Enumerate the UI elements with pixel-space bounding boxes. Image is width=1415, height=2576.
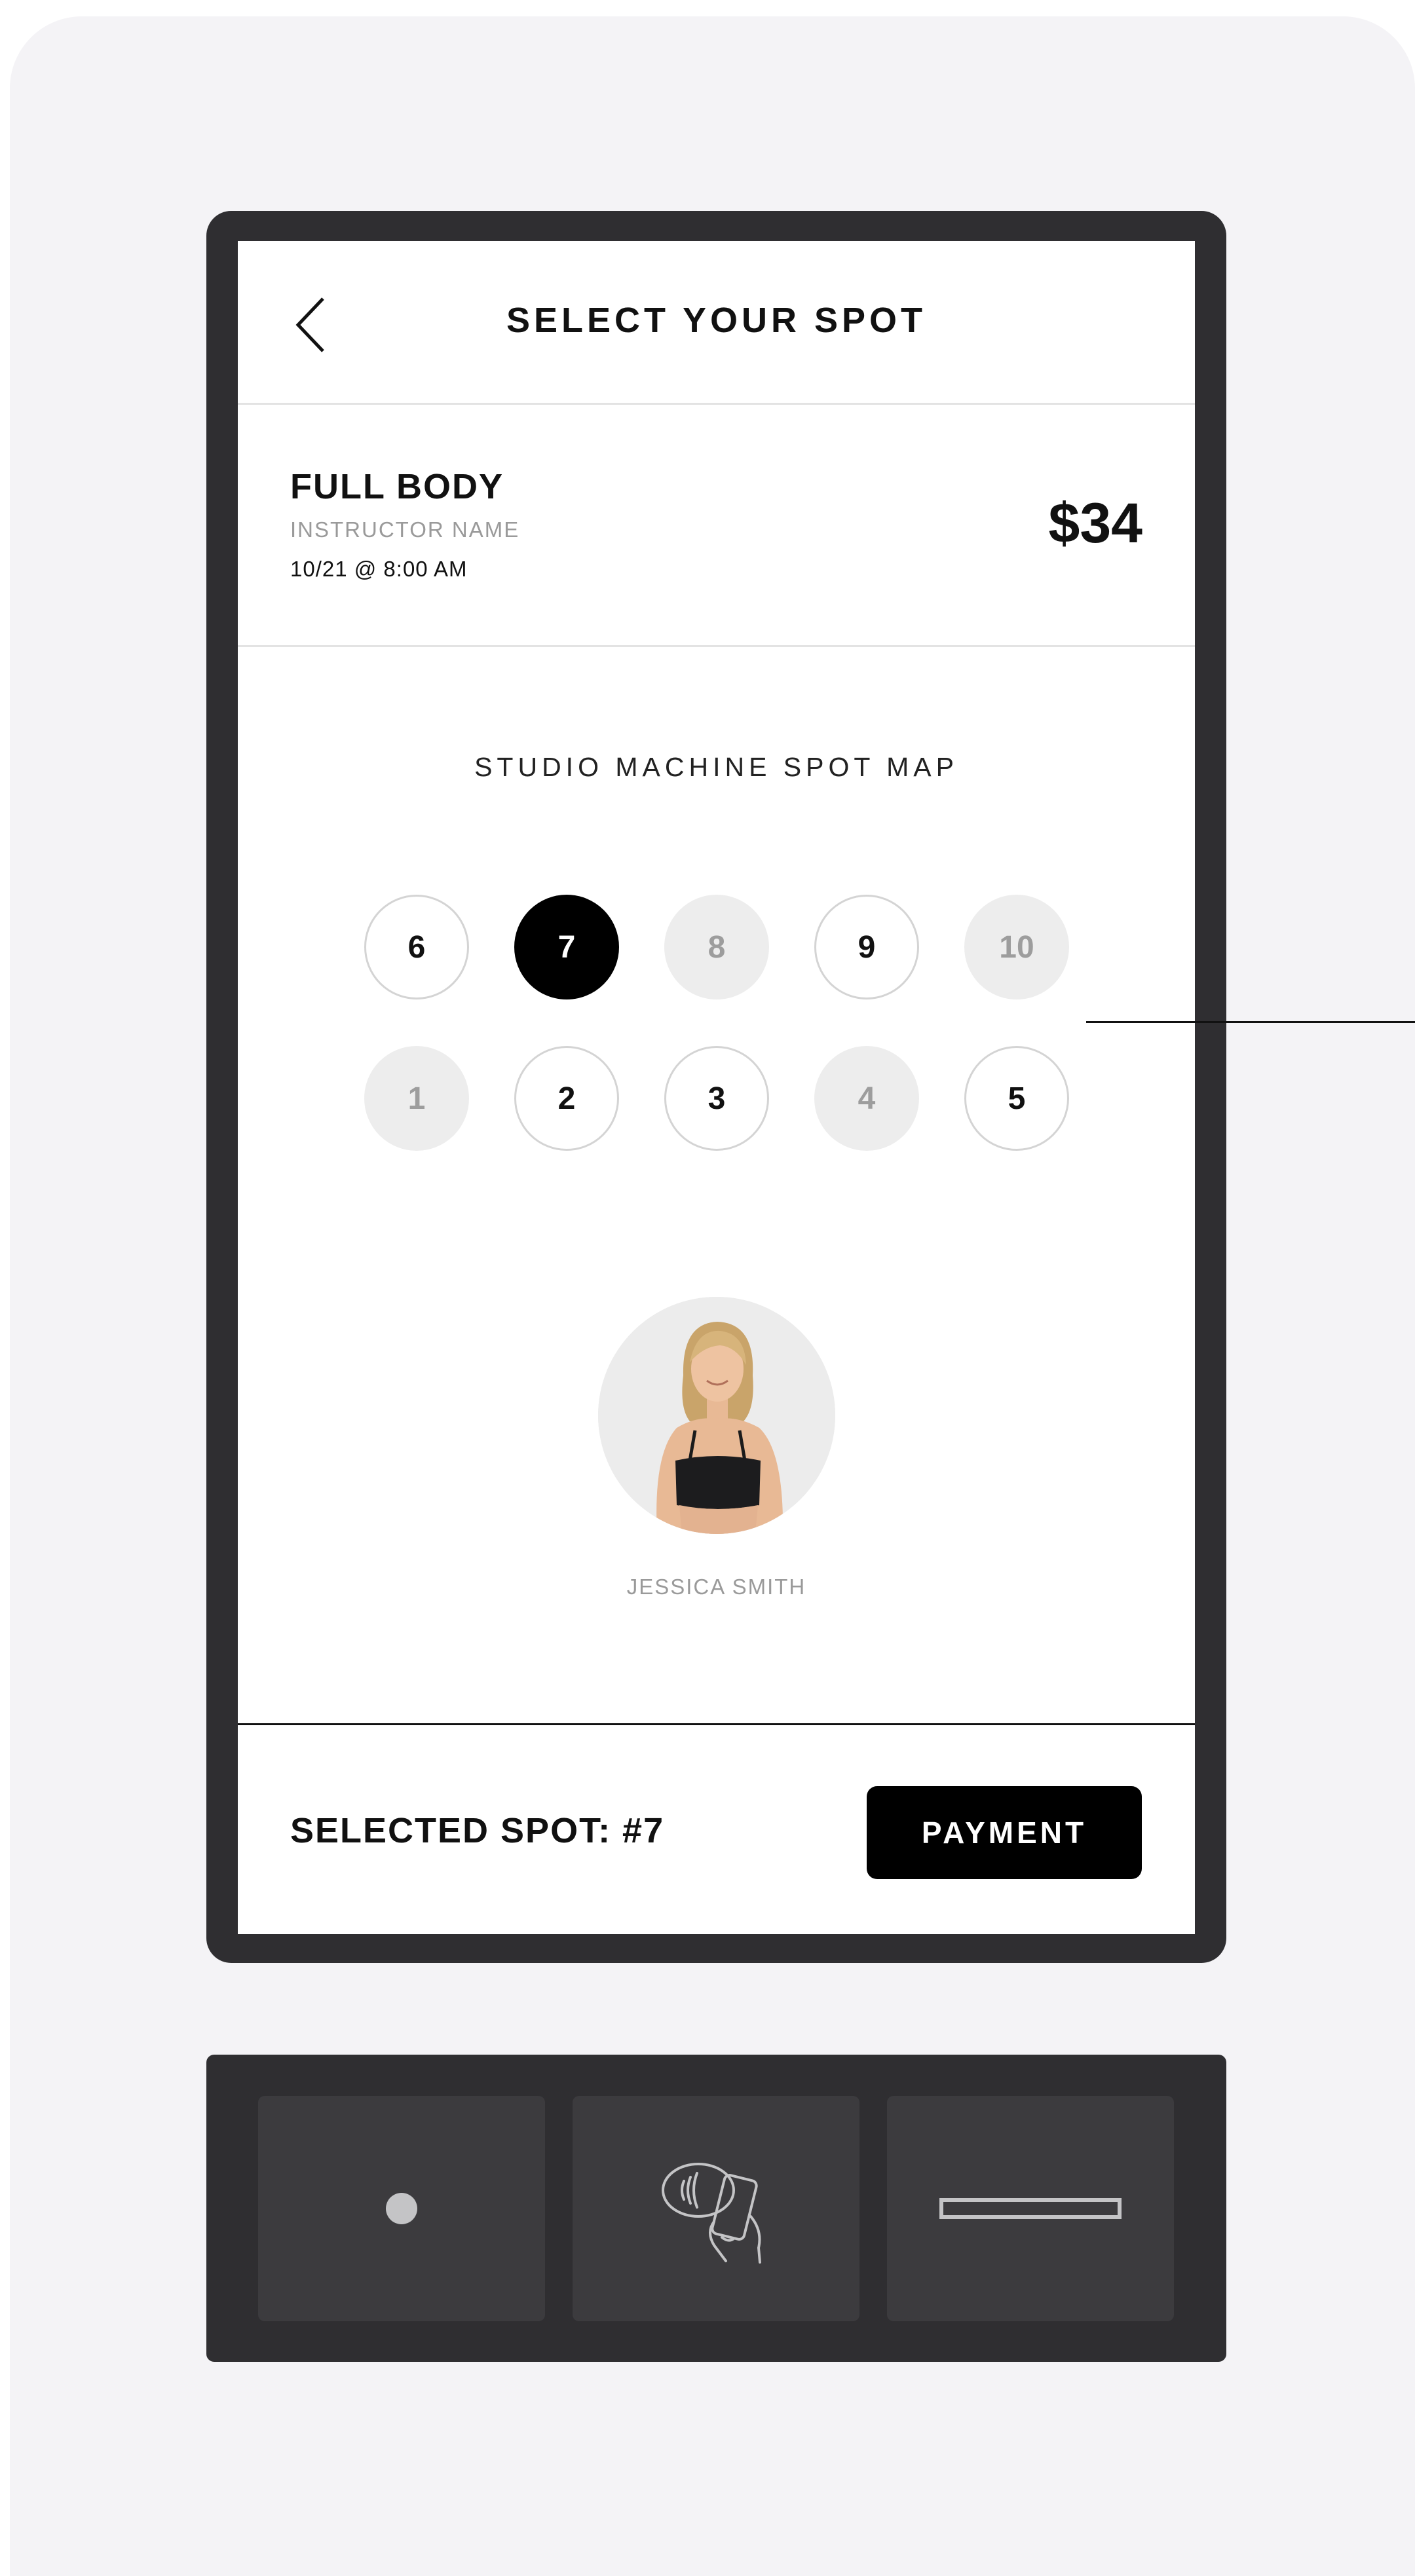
kiosk-screen: SELECT YOUR SPOT FULL BODY INSTRUCTOR NA…	[238, 241, 1195, 1934]
spot-4: 4	[814, 1046, 919, 1151]
card-swipe-slot-icon	[939, 2198, 1122, 2219]
callout-line	[1086, 1021, 1415, 1023]
footer-divider	[238, 1723, 1195, 1725]
card-swipe-slot[interactable]	[887, 2096, 1174, 2321]
header: SELECT YOUR SPOT	[238, 241, 1195, 405]
spot-9[interactable]: 9	[814, 895, 919, 999]
contactless-phone-icon	[662, 2163, 761, 2264]
spot-10: 10	[964, 895, 1069, 999]
payment-button[interactable]: PAYMENT	[867, 1786, 1142, 1879]
spot-map-title: STUDIO MACHINE SPOT MAP	[474, 752, 958, 782]
spot-3[interactable]: 3	[664, 1046, 769, 1151]
instructor-avatar	[598, 1297, 835, 1534]
chip-reader-icon	[386, 2193, 417, 2224]
instructor-photo	[598, 1297, 835, 1534]
class-info: FULL BODY INSTRUCTOR NAME 10/21 @ 8:00 A…	[238, 405, 1195, 647]
spot-5[interactable]: 5	[964, 1046, 1069, 1151]
selected-spot-label: SELECTED SPOT: #7	[290, 1811, 665, 1850]
instructor-name: JESSICA SMITH	[626, 1575, 806, 1599]
spot-2[interactable]: 2	[514, 1046, 619, 1151]
contactless-reader-slot[interactable]	[573, 2096, 859, 2321]
spot-8: 8	[664, 895, 769, 999]
class-price: $34	[1048, 492, 1143, 555]
instructor-label: INSTRUCTOR NAME	[290, 517, 520, 542]
spot-6[interactable]: 6	[364, 895, 469, 999]
page-title: SELECT YOUR SPOT	[506, 301, 927, 340]
class-name: FULL BODY	[290, 467, 504, 506]
class-datetime: 10/21 @ 8:00 AM	[290, 557, 468, 581]
chip-reader-slot[interactable]	[258, 2096, 545, 2321]
spot-7[interactable]: 7	[514, 895, 619, 999]
payment-reader-panel	[206, 2055, 1226, 2362]
spot-1: 1	[364, 1046, 469, 1151]
